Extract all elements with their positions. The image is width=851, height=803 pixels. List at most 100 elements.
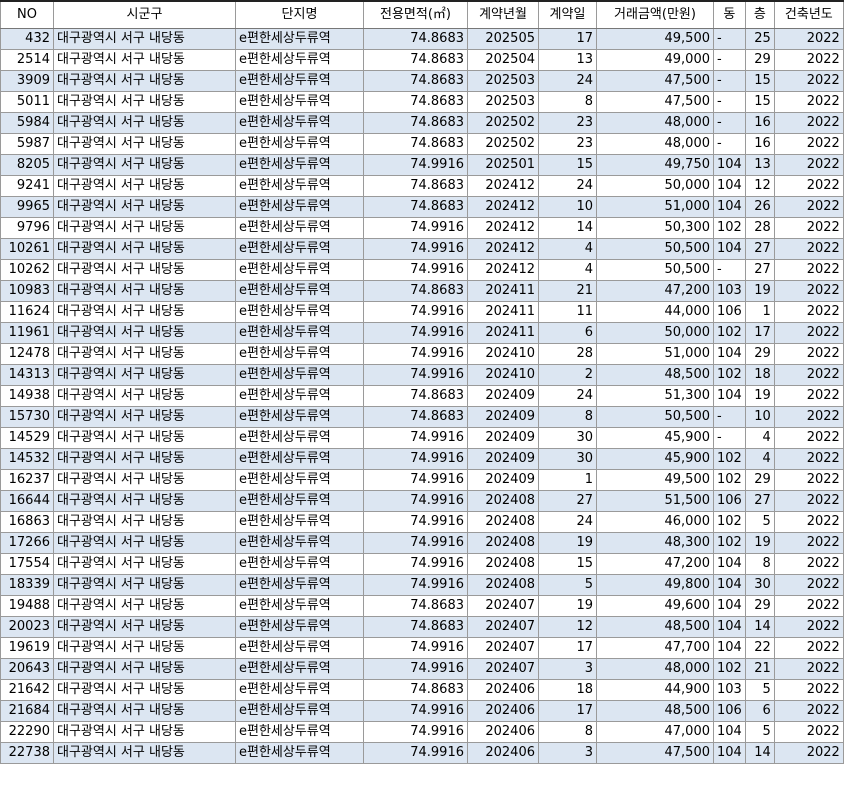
cell-contract-month[interactable]: 202409: [467, 427, 539, 449]
cell-area[interactable]: 74.9916: [363, 658, 468, 680]
cell-sigungu[interactable]: 대구광역시 서구 내당동: [53, 259, 236, 281]
cell-floor[interactable]: 26: [744, 196, 775, 218]
cell-floor[interactable]: 19: [744, 532, 775, 554]
cell-contract-day[interactable]: 23: [538, 133, 597, 155]
cell-price[interactable]: 47,200: [596, 280, 714, 302]
cell-sigungu[interactable]: 대구광역시 서구 내당동: [53, 616, 236, 638]
cell-complex[interactable]: e편한세상두류역: [235, 280, 364, 302]
cell-building[interactable]: 104: [713, 616, 746, 638]
table-row[interactable]: 19619 대구광역시 서구 내당동 e편한세상두류역 74.9916 202407 17…: [0, 637, 844, 659]
cell-built-year[interactable]: 2022: [773, 427, 844, 449]
cell-built-year[interactable]: 2022: [773, 28, 844, 50]
cell-floor[interactable]: 22: [744, 637, 775, 659]
cell-built-year[interactable]: 2022: [773, 238, 844, 260]
cell-floor[interactable]: 27: [744, 238, 775, 260]
cell-area[interactable]: 74.9916: [363, 637, 468, 659]
cell-contract-month[interactable]: 202406: [467, 742, 539, 764]
cell-contract-month[interactable]: 202502: [467, 112, 539, 134]
cell-sigungu[interactable]: 대구광역시 서구 내당동: [53, 658, 236, 680]
table-row[interactable]: 14532 대구광역시 서구 내당동 e편한세상두류역 74.9916 202409 30…: [0, 448, 844, 470]
cell-building[interactable]: 106: [713, 301, 746, 323]
cell-sigungu[interactable]: 대구광역시 서구 내당동: [53, 532, 236, 554]
cell-building[interactable]: -: [713, 259, 746, 281]
table-row[interactable]: 14529 대구광역시 서구 내당동 e편한세상두류역 74.9916 202409 30…: [0, 427, 844, 449]
table-row[interactable]: 10262 대구광역시 서구 내당동 e편한세상두류역 74.9916 202412 4 5…: [0, 259, 844, 281]
cell-no[interactable]: 19488: [0, 595, 54, 617]
cell-built-year[interactable]: 2022: [773, 595, 844, 617]
cell-built-year[interactable]: 2022: [773, 259, 844, 281]
cell-price[interactable]: 48,500: [596, 364, 714, 386]
cell-built-year[interactable]: 2022: [773, 469, 844, 491]
cell-contract-month[interactable]: 202504: [467, 49, 539, 71]
table-row[interactable]: 2514 대구광역시 서구 내당동 e편한세상두류역 74.8683 202504 13 4…: [0, 49, 844, 71]
cell-price[interactable]: 48,500: [596, 700, 714, 722]
table-row[interactable]: 14313 대구광역시 서구 내당동 e편한세상두류역 74.9916 202410 2 4…: [0, 364, 844, 386]
cell-contract-month[interactable]: 202412: [467, 196, 539, 218]
table-row[interactable]: 17266 대구광역시 서구 내당동 e편한세상두류역 74.9916 202408 19…: [0, 532, 844, 554]
cell-price[interactable]: 47,000: [596, 721, 714, 743]
cell-sigungu[interactable]: 대구광역시 서구 내당동: [53, 133, 236, 155]
cell-building[interactable]: 104: [713, 154, 746, 176]
cell-complex[interactable]: e편한세상두류역: [235, 238, 364, 260]
cell-built-year[interactable]: 2022: [773, 721, 844, 743]
cell-area[interactable]: 74.9916: [363, 490, 468, 512]
cell-area[interactable]: 74.9916: [363, 553, 468, 575]
cell-price[interactable]: 49,500: [596, 28, 714, 50]
cell-floor[interactable]: 29: [744, 49, 775, 71]
header-building[interactable]: 동: [713, 0, 746, 29]
table-row[interactable]: 5984 대구광역시 서구 내당동 e편한세상두류역 74.8683 202502 23 4…: [0, 112, 844, 134]
cell-no[interactable]: 15730: [0, 406, 54, 428]
table-row[interactable]: 9241 대구광역시 서구 내당동 e편한세상두류역 74.8683 202412 24 5…: [0, 175, 844, 197]
cell-price[interactable]: 50,300: [596, 217, 714, 239]
cell-sigungu[interactable]: 대구광역시 서구 내당동: [53, 217, 236, 239]
cell-complex[interactable]: e편한세상두류역: [235, 679, 364, 701]
cell-built-year[interactable]: 2022: [773, 511, 844, 533]
cell-contract-day[interactable]: 17: [538, 700, 597, 722]
cell-contract-day[interactable]: 23: [538, 112, 597, 134]
cell-contract-month[interactable]: 202407: [467, 658, 539, 680]
cell-floor[interactable]: 5: [744, 511, 775, 533]
cell-contract-month[interactable]: 202505: [467, 28, 539, 50]
cell-floor[interactable]: 15: [744, 70, 775, 92]
cell-building[interactable]: 106: [713, 700, 746, 722]
table-row[interactable]: 15730 대구광역시 서구 내당동 e편한세상두류역 74.8683 202409 8 5…: [0, 406, 844, 428]
cell-sigungu[interactable]: 대구광역시 서구 내당동: [53, 301, 236, 323]
cell-contract-day[interactable]: 18: [538, 679, 597, 701]
cell-building[interactable]: -: [713, 28, 746, 50]
cell-contract-day[interactable]: 4: [538, 238, 597, 260]
table-row[interactable]: 21684 대구광역시 서구 내당동 e편한세상두류역 74.9916 202406 17…: [0, 700, 844, 722]
cell-building[interactable]: 102: [713, 511, 746, 533]
cell-no[interactable]: 16237: [0, 469, 54, 491]
cell-built-year[interactable]: 2022: [773, 385, 844, 407]
cell-floor[interactable]: 10: [744, 406, 775, 428]
cell-complex[interactable]: e편한세상두류역: [235, 658, 364, 680]
cell-floor[interactable]: 17: [744, 322, 775, 344]
cell-no[interactable]: 10262: [0, 259, 54, 281]
cell-area[interactable]: 74.8683: [363, 49, 468, 71]
cell-area[interactable]: 74.9916: [363, 259, 468, 281]
cell-contract-day[interactable]: 10: [538, 196, 597, 218]
cell-no[interactable]: 2514: [0, 49, 54, 71]
cell-price[interactable]: 50,000: [596, 322, 714, 344]
cell-building[interactable]: 102: [713, 448, 746, 470]
cell-no[interactable]: 11961: [0, 322, 54, 344]
cell-built-year[interactable]: 2022: [773, 490, 844, 512]
cell-no[interactable]: 9241: [0, 175, 54, 197]
cell-area[interactable]: 74.9916: [363, 364, 468, 386]
cell-area[interactable]: 74.8683: [363, 112, 468, 134]
cell-no[interactable]: 20643: [0, 658, 54, 680]
cell-floor[interactable]: 18: [744, 364, 775, 386]
table-row[interactable]: 5987 대구광역시 서구 내당동 e편한세상두류역 74.8683 202502 23 4…: [0, 133, 844, 155]
cell-contract-month[interactable]: 202410: [467, 364, 539, 386]
cell-floor[interactable]: 30: [744, 574, 775, 596]
cell-building[interactable]: 102: [713, 322, 746, 344]
cell-floor[interactable]: 28: [744, 217, 775, 239]
cell-floor[interactable]: 6: [744, 700, 775, 722]
cell-price[interactable]: 50,500: [596, 406, 714, 428]
cell-complex[interactable]: e편한세상두류역: [235, 70, 364, 92]
cell-building[interactable]: 104: [713, 553, 746, 575]
cell-building[interactable]: 104: [713, 385, 746, 407]
cell-built-year[interactable]: 2022: [773, 364, 844, 386]
cell-price[interactable]: 45,900: [596, 448, 714, 470]
cell-built-year[interactable]: 2022: [773, 322, 844, 344]
